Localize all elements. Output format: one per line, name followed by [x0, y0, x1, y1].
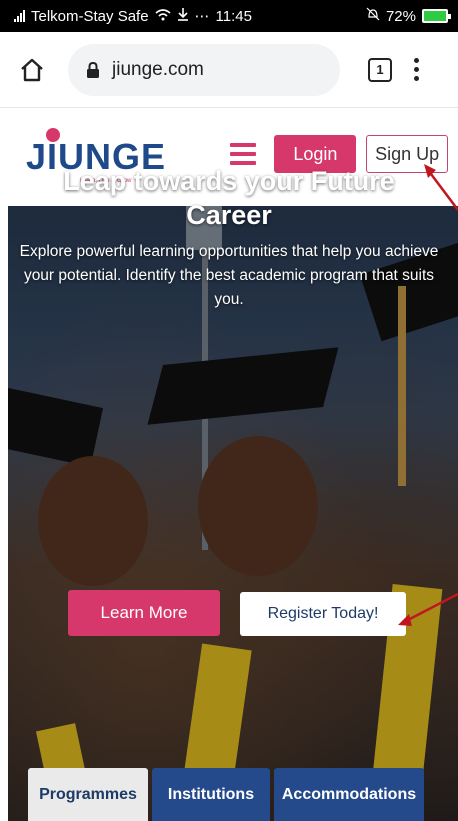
register-today-button[interactable]: Register Today!	[240, 592, 406, 636]
tab-accommodations[interactable]: Accommodations	[274, 768, 424, 821]
battery-icon	[422, 9, 451, 23]
home-button[interactable]	[18, 56, 46, 84]
alarm-off-icon	[366, 7, 380, 25]
carrier-name: Telkom-Stay Safe	[31, 7, 149, 25]
clock: 11:45	[215, 7, 252, 25]
tab-programmes[interactable]: Programmes	[28, 768, 148, 821]
download-icon	[177, 7, 189, 25]
learn-more-button[interactable]: Learn More	[68, 590, 220, 636]
logo-person-icon	[46, 128, 60, 142]
tab-switcher-button[interactable]: 1	[368, 57, 392, 82]
address-bar[interactable]: jiunge.com	[68, 43, 340, 96]
hero-title: Leap towards your Future Career	[63, 166, 395, 230]
battery-percent: 72%	[385, 7, 416, 25]
browser-menu-icon[interactable]	[414, 58, 419, 81]
lock-icon	[87, 61, 99, 78]
home-icon	[21, 58, 43, 81]
browser-toolbar: jiunge.com 1	[0, 32, 458, 108]
status-left: Telkom-Stay Safe ⋯ 11:45	[14, 7, 252, 25]
url-text: jiunge.com	[112, 58, 204, 80]
tab-count: 1	[376, 62, 384, 77]
category-tabs: Programmes Institutions Accommodations	[28, 768, 424, 821]
status-right: 72%	[366, 7, 451, 25]
hamburger-menu-icon[interactable]	[230, 143, 257, 165]
wifi-icon	[155, 8, 171, 25]
signal-icon	[14, 10, 25, 22]
tab-institutions[interactable]: Institutions	[152, 768, 270, 821]
status-more: ⋯	[194, 8, 210, 25]
hero-subtitle: Explore powerful learning opportunities …	[19, 243, 439, 308]
status-bar: Telkom-Stay Safe ⋯ 11:45 72%	[0, 0, 458, 32]
